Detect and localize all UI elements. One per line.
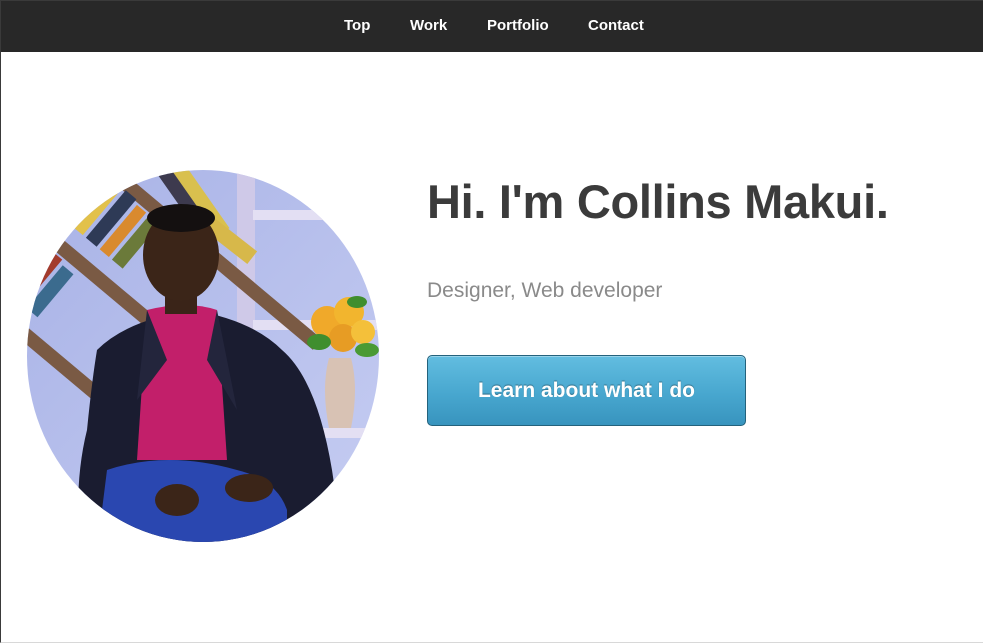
hero-subtitle: Designer, Web developer (427, 279, 663, 302)
profile-photo (27, 170, 379, 542)
nav-link-work[interactable]: Work (410, 17, 447, 34)
top-nav: Top Work Portfolio Contact (1, 0, 983, 52)
page: Top Work Portfolio Contact Hi. I'm Colli… (0, 0, 983, 643)
headline-suffix: . (875, 175, 889, 228)
nav-link-portfolio[interactable]: Portfolio (487, 17, 549, 34)
learn-more-button[interactable]: Learn about what I do (427, 355, 746, 426)
headline-prefix: Hi. I'm (427, 175, 577, 228)
headline-name: Collins Makui (576, 175, 876, 228)
nav-link-contact[interactable]: Contact (588, 17, 644, 34)
hero-headline: Hi. I'm Collins Makui. (427, 174, 889, 229)
nav-link-top[interactable]: Top (344, 17, 370, 34)
